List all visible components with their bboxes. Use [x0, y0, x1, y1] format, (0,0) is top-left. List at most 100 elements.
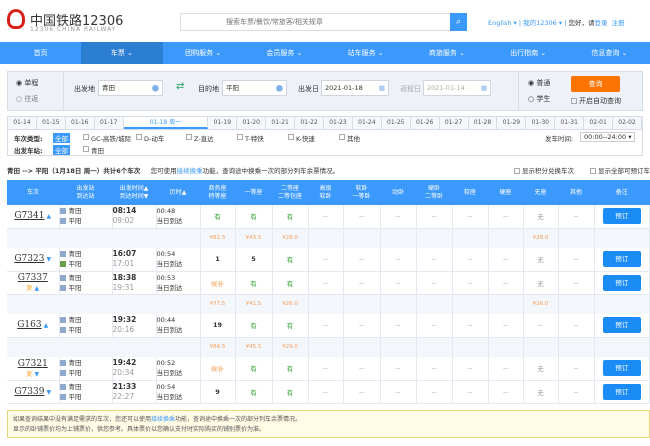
date-tab[interactable]: 01-25 [382, 117, 411, 129]
transfer-link[interactable]: 接续换乘 [177, 167, 203, 175]
date-input[interactable]: 2021-01-18 ▦ [321, 80, 389, 96]
date-tab[interactable]: 01-21 [266, 117, 296, 129]
nav-item[interactable]: 信息查询 ⌄ [569, 42, 650, 64]
seat-availability[interactable]: 1 [200, 248, 236, 272]
seat-availability[interactable]: 5 [235, 248, 273, 272]
date-tab[interactable]: 01-18 周一 [123, 117, 209, 129]
train-number-link[interactable]: G7337 [18, 273, 48, 283]
date-tab[interactable]: 01-27 [440, 117, 469, 129]
type-t-checkbox[interactable]: T-特快 [237, 133, 264, 143]
date-tab[interactable]: 01-20 [237, 117, 267, 129]
date-tab[interactable]: 01-28 [469, 117, 498, 129]
date-tab[interactable]: 01-31 [555, 117, 585, 129]
train-number-link[interactable]: G7339 [14, 387, 44, 397]
seat-availability[interactable]: 有 [235, 271, 273, 295]
student-radio[interactable]: ○ 学生 [528, 94, 550, 104]
expand-stops-icon[interactable]: ▼ [34, 371, 39, 378]
date-tab[interactable]: 01-16 [66, 117, 95, 129]
train-number-link[interactable]: G7341 [14, 211, 44, 221]
expand-stops-icon[interactable]: ▼ [47, 389, 52, 396]
train-number-link[interactable]: G7323 [14, 254, 44, 264]
nav-item[interactable]: 车票 ⌄ [81, 42, 163, 64]
seat-availability[interactable]: 有 [272, 357, 309, 381]
from-input[interactable]: 青田 ⬤ [98, 80, 163, 96]
date-tab[interactable]: 01-24 [353, 117, 382, 129]
date-tab[interactable]: 01-22 [295, 117, 324, 129]
seat-availability[interactable]: 有 [272, 314, 309, 338]
to-input[interactable]: 平阳 ⬤ [222, 80, 287, 96]
seat-availability[interactable]: 有 [235, 314, 273, 338]
seat-availability[interactable]: 有 [272, 380, 309, 404]
query-button[interactable]: 查询 [571, 76, 620, 92]
seat-availability[interactable]: 有 [272, 271, 309, 295]
column-header[interactable]: 历时▲ [156, 180, 200, 205]
seat-availability[interactable]: 候补 [200, 357, 236, 381]
type-z-checkbox[interactable]: Z-直达 [186, 133, 214, 143]
all-bookable-checkbox[interactable]: 显示全部可预订车次 [590, 165, 650, 175]
seat-availability[interactable]: 有 [272, 248, 309, 272]
train-number-link[interactable]: G7321 [18, 359, 48, 369]
type-all-button[interactable]: 全部 [53, 133, 70, 143]
search-input[interactable] [181, 14, 451, 30]
seat-availability[interactable]: 有 [235, 357, 273, 381]
type-gc-checkbox[interactable]: GC-高铁/城际 [83, 133, 131, 143]
nav-item[interactable]: 站车服务 ⌄ [325, 42, 406, 64]
type-k-checkbox[interactable]: K-快速 [288, 133, 315, 143]
nav-item[interactable]: 团购服务 ⌄ [163, 42, 244, 64]
expand-stops-icon[interactable]: ▲ [47, 213, 52, 220]
station-all-button[interactable]: 全部 [53, 145, 70, 155]
seat-availability[interactable]: 9 [200, 380, 236, 404]
book-button[interactable]: 预订 [602, 317, 641, 334]
expand-stops-icon[interactable]: ▲ [34, 285, 39, 292]
expand-stops-icon[interactable]: ▲ [44, 322, 49, 329]
date-tab[interactable]: 01-15 [37, 117, 66, 129]
oneway-radio[interactable]: ◉ 单程 [16, 78, 38, 88]
expand-stops-icon[interactable]: ▼ [47, 256, 52, 263]
register-link[interactable]: 注册 [612, 19, 625, 27]
from-station-name: 青田 [68, 250, 82, 259]
seat-availability[interactable]: 有 [272, 205, 309, 229]
seat-availability[interactable]: 有 [235, 380, 273, 404]
swap-icon[interactable]: ⇄ [176, 81, 184, 92]
station-qingtian-checkbox[interactable]: 青田 [83, 145, 104, 155]
date-tab[interactable]: 01-30 [526, 117, 556, 129]
book-button[interactable]: 预订 [602, 208, 641, 225]
seat-availability[interactable]: 19 [200, 314, 236, 338]
train-number-link[interactable]: G163 [17, 320, 41, 330]
login-link[interactable]: 登录 [594, 19, 607, 27]
nav-item[interactable]: 首页 [0, 42, 81, 64]
book-button[interactable]: 预订 [602, 251, 641, 268]
seat-availability: -- [488, 314, 524, 338]
seat-availability[interactable]: 有 [235, 205, 273, 229]
my12306-link[interactable]: 我的12306 ▾ [523, 19, 562, 27]
date-tab[interactable]: 01-23 [324, 117, 353, 129]
date-tab[interactable]: 01-14 [8, 117, 37, 129]
book-button[interactable]: 预订 [602, 383, 641, 400]
date-tab[interactable]: 01-29 [497, 117, 527, 129]
notice-transfer-link[interactable]: 接续换乘 [151, 416, 175, 423]
book-button[interactable]: 预订 [602, 360, 641, 377]
date-tab[interactable]: 01-17 [95, 117, 124, 129]
seat-availability[interactable]: 有 [200, 205, 236, 229]
search-button[interactable]: ⌕ [450, 13, 467, 31]
return-date-input[interactable]: 2021-01-14 ▦ [423, 80, 491, 96]
type-d-checkbox[interactable]: D-动车 [136, 133, 164, 143]
english-link[interactable]: English ▾ [488, 19, 517, 27]
column-header[interactable]: 出发时间▲ 到达时间▼ [112, 180, 156, 205]
nav-item[interactable]: 出行指南 ⌄ [488, 42, 569, 64]
nav-item[interactable]: 商旅服务 ⌄ [406, 42, 487, 64]
date-tab[interactable]: 02-02 [613, 117, 642, 129]
seat-availability[interactable]: 候补 [200, 271, 236, 295]
depart-time-select[interactable]: 00:00--24:00 ▾ [580, 132, 636, 142]
type-other-checkbox[interactable]: 其他 [339, 133, 360, 143]
normal-radio[interactable]: ◉ 普通 [528, 78, 550, 88]
roundtrip-radio[interactable]: ○ 往返 [16, 94, 38, 104]
auto-query-checkbox[interactable]: 开启自动查询 [571, 96, 621, 106]
date-tab[interactable]: 02-01 [584, 117, 614, 129]
date-tab[interactable]: 01-26 [411, 117, 440, 129]
book-button[interactable]: 预订 [602, 274, 641, 291]
date-tab[interactable]: 01-19 [208, 117, 238, 129]
railway-logo-icon[interactable] [7, 9, 25, 29]
points-checkbox[interactable]: 显示积分兑换车次 [514, 165, 574, 175]
nav-item[interactable]: 会员服务 ⌄ [244, 42, 325, 64]
